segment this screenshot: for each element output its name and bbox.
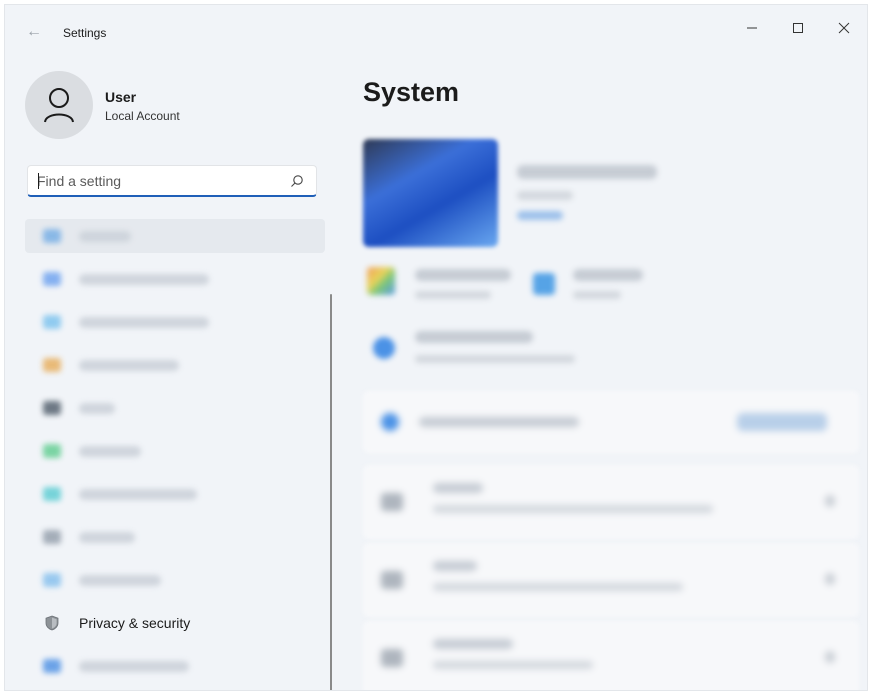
nav-item-icon bbox=[43, 573, 61, 587]
maximize-button[interactable] bbox=[775, 13, 821, 43]
sidebar-item-2[interactable] bbox=[25, 262, 325, 296]
back-button[interactable]: ← bbox=[23, 21, 45, 43]
blurred-label bbox=[79, 402, 115, 414]
search-icon[interactable] bbox=[290, 174, 304, 188]
blurred-label bbox=[79, 574, 161, 586]
sidebar-item-8[interactable] bbox=[25, 520, 325, 554]
blurred-label bbox=[415, 355, 575, 363]
blurred-windows-icon bbox=[367, 267, 395, 295]
blurred-label bbox=[79, 359, 179, 371]
minimize-button[interactable] bbox=[729, 13, 775, 43]
account-type: Local Account bbox=[105, 109, 180, 123]
blurred-label bbox=[79, 531, 135, 543]
text-cursor bbox=[38, 173, 39, 189]
blurred-card-4[interactable] bbox=[363, 621, 859, 690]
avatar[interactable] bbox=[25, 71, 93, 139]
search-input[interactable] bbox=[37, 172, 277, 189]
sidebar: User Local Account Find a setting Privac… bbox=[5, 51, 335, 690]
title-bar: ← Settings bbox=[5, 5, 867, 51]
app-title: Settings bbox=[63, 26, 107, 40]
sidebar-item-4[interactable] bbox=[25, 348, 325, 382]
device-image bbox=[363, 139, 498, 247]
page-title: System bbox=[363, 77, 460, 107]
main-content: System bbox=[345, 51, 867, 690]
blurred-rename-link[interactable] bbox=[517, 211, 563, 220]
nav-item-icon bbox=[43, 659, 61, 673]
sidebar-item-3[interactable] bbox=[25, 305, 325, 339]
minimize-icon bbox=[747, 27, 757, 29]
blurred-label bbox=[573, 291, 621, 299]
nav-item-icon bbox=[43, 487, 61, 501]
blurred-card-2[interactable] bbox=[363, 465, 859, 539]
sidebar-item-5[interactable] bbox=[25, 391, 325, 425]
sidebar-item-9[interactable] bbox=[25, 563, 325, 597]
user-name: User bbox=[105, 89, 137, 105]
shield-icon bbox=[43, 614, 61, 632]
nav-item-icon bbox=[43, 444, 61, 458]
sidebar-item-7[interactable] bbox=[25, 477, 325, 511]
blurred-label bbox=[573, 269, 643, 281]
nav-item-icon bbox=[43, 530, 61, 544]
blurred-label bbox=[79, 660, 189, 672]
blurred-device-model bbox=[517, 191, 573, 200]
sidebar-item-6[interactable] bbox=[25, 434, 325, 468]
maximize-icon bbox=[793, 23, 803, 33]
search-box[interactable] bbox=[27, 165, 317, 197]
blurred-label bbox=[415, 331, 533, 343]
sidebar-item-label: Privacy & security bbox=[79, 615, 191, 631]
blurred-label bbox=[79, 445, 141, 457]
sidebar-nav: Privacy & security bbox=[25, 219, 325, 690]
blurred-label bbox=[79, 316, 209, 328]
sidebar-item-11[interactable] bbox=[25, 649, 325, 683]
close-button[interactable] bbox=[821, 13, 867, 43]
nav-item-icon bbox=[43, 401, 61, 415]
settings-window: ← Settings User Local Account Find a set… bbox=[4, 4, 868, 691]
blurred-label bbox=[415, 269, 511, 281]
blurred-device-name bbox=[517, 165, 657, 179]
nav-item-icon bbox=[43, 272, 61, 286]
sidebar-scrollbar[interactable] bbox=[330, 294, 332, 690]
sidebar-item-privacy-security[interactable]: Privacy & security bbox=[25, 606, 325, 640]
person-icon bbox=[44, 88, 74, 123]
blurred-cloud-icon bbox=[533, 273, 555, 295]
blurred-card-1[interactable] bbox=[363, 391, 859, 453]
nav-item-icon bbox=[43, 358, 61, 372]
blurred-update-icon bbox=[373, 337, 395, 359]
nav-item-icon bbox=[43, 229, 61, 243]
blurred-label bbox=[79, 273, 209, 285]
close-icon bbox=[838, 22, 850, 34]
blurred-label bbox=[79, 230, 131, 242]
sidebar-item-1[interactable] bbox=[25, 219, 325, 253]
back-arrow-icon: ← bbox=[26, 23, 42, 40]
blurred-card-3[interactable] bbox=[363, 543, 859, 617]
blurred-label bbox=[79, 488, 197, 500]
blurred-label bbox=[415, 291, 491, 299]
nav-item-icon bbox=[43, 315, 61, 329]
